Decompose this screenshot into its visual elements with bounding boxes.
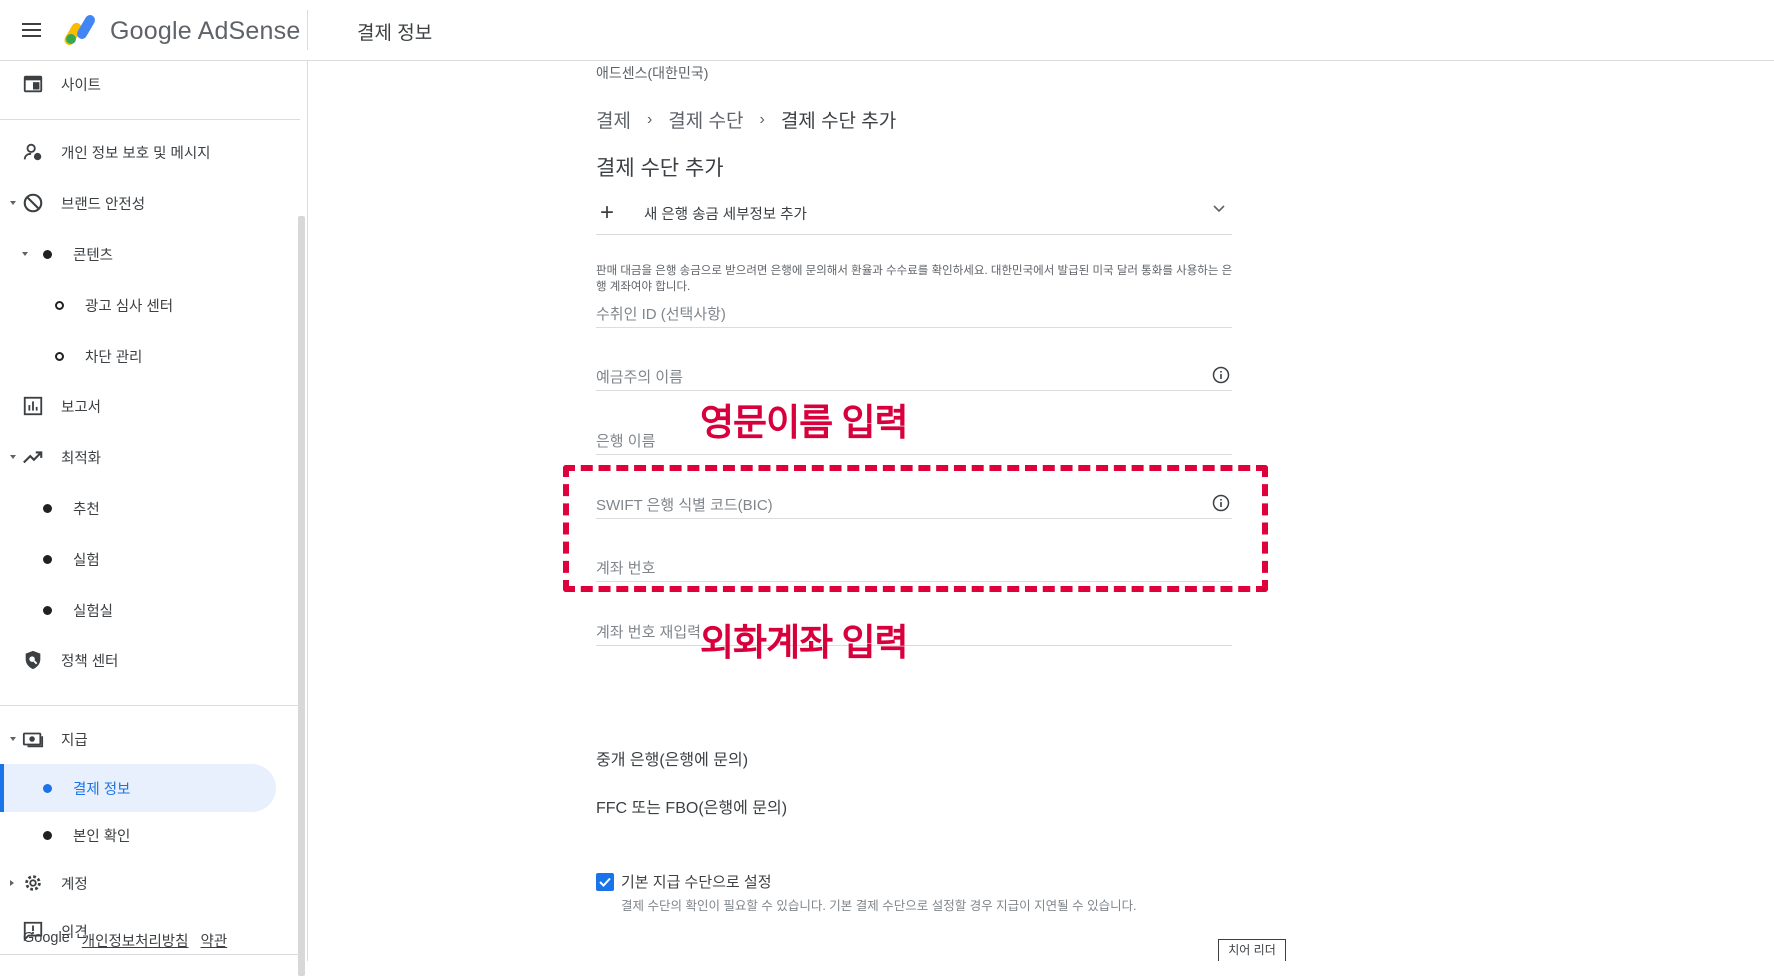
sidebar-item-content[interactable]: 콘텐츠: [0, 231, 276, 277]
trending-up-icon: [23, 451, 43, 464]
sidebar-item-label: 계정: [61, 876, 88, 893]
payee-id-input[interactable]: [596, 306, 1176, 323]
bullet-icon: [43, 830, 52, 840]
sidebar-item-label: 광고 심사 센터: [85, 298, 174, 315]
breadcrumb-current: 결제 수단 추가: [780, 111, 897, 132]
bullet-icon: [43, 249, 52, 259]
breadcrumb: 결제 › 결제 수단 › 결제 수단 추가: [596, 106, 896, 133]
sidebar-item-label: 정책 센터: [61, 653, 119, 670]
sidebar-item-label: 브랜드 안전성: [61, 196, 146, 213]
form-title: 결제 수단 추가: [596, 157, 724, 180]
sidebar-item-policy-center[interactable]: 정책 센터: [0, 637, 276, 683]
sidebar-item-label: 본인 확인: [73, 828, 131, 845]
brand-name: Google AdSense: [110, 17, 301, 45]
breadcrumb-payment-methods[interactable]: 결제 수단: [668, 106, 743, 133]
hamburger-menu-icon[interactable]: [22, 19, 46, 41]
add-bank-transfer-expander[interactable]: + 새 은행 송금 세부정보 추가: [596, 192, 1232, 235]
holder-name-field[interactable]: [596, 351, 1232, 391]
sidebar-item-label: 최적화: [61, 450, 102, 467]
sidebar-item-label: 실험실: [73, 603, 114, 620]
ffc-fbo-label[interactable]: FFC 또는 FBO(은행에 문의): [596, 794, 787, 818]
info-icon[interactable]: [1212, 366, 1230, 384]
payments-icon: [22, 732, 44, 748]
terms-link[interactable]: 약관: [201, 930, 228, 951]
sidebar-item-label: 차단 관리: [85, 349, 143, 366]
bullet-ring-icon: [55, 300, 64, 310]
chevron-right-icon: ›: [759, 110, 765, 128]
bullet-ring-icon: [55, 351, 64, 361]
block-icon: [23, 193, 43, 213]
sidebar-item-label: 콘텐츠: [73, 247, 114, 264]
caret-down-icon[interactable]: [10, 201, 16, 205]
policy-shield-icon: [25, 650, 41, 670]
app-header: Google AdSense 결제 정보: [0, 0, 1774, 61]
google-label: Google: [23, 930, 70, 946]
sidebar-item-optimization[interactable]: 최적화: [0, 434, 276, 480]
sidebar-item-recommendations[interactable]: 추천: [0, 485, 276, 531]
caret-down-icon[interactable]: [10, 455, 16, 459]
default-payment-row: 기본 지급 수단으로 설정 결제 수단의 확인이 필요할 수 있습니다. 기본 …: [596, 871, 1137, 914]
sidebar-item-brand-safety[interactable]: 브랜드 안전성: [0, 180, 276, 226]
payee-id-field[interactable]: [596, 288, 1232, 328]
bullet-icon: [43, 605, 52, 615]
sidebar-item-payment-info[interactable]: 결제 정보: [0, 764, 276, 812]
sidebar-item-label: 지급: [61, 732, 88, 749]
sidebar-item-privacy[interactable]: 개인 정보 보호 및 메시지: [0, 129, 276, 175]
default-payment-checkbox[interactable]: [596, 873, 614, 891]
sidebar: 사이트 개인 정보 보호 및 메시지 브랜드 안전성 콘텐츠 광고 심사 센터 …: [0, 61, 308, 976]
header-divider: [307, 10, 308, 50]
gear-icon: [25, 875, 41, 891]
web-icon: [23, 75, 43, 93]
caret-down-icon[interactable]: [22, 252, 28, 256]
chevron-right-icon: ›: [646, 110, 653, 128]
annotation-account-hint: 외화계좌 입력: [700, 622, 909, 663]
default-payment-title: 기본 지급 수단으로 설정: [621, 874, 772, 891]
sidebar-footer: Google 개인정보처리방침 약관: [23, 930, 227, 951]
privacy-link[interactable]: 개인정보처리방침: [82, 930, 189, 951]
chevron-down-icon: [1213, 205, 1225, 213]
sidebar-item-labs[interactable]: 실험실: [0, 587, 276, 633]
sidebar-item-label: 보고서: [61, 399, 102, 416]
sidebar-item-sites[interactable]: 사이트: [0, 61, 276, 107]
checkmark-icon: [599, 877, 611, 887]
sidebar-item-label: 실험: [73, 552, 100, 569]
sidebar-item-label: 개인 정보 보호 및 메시지: [61, 145, 211, 162]
annotation-dashed-box: [563, 465, 1268, 592]
sidebar-item-blocking[interactable]: 차단 관리: [0, 333, 276, 379]
sidebar-divider: [0, 954, 300, 955]
bullet-icon: [43, 503, 52, 513]
bar-chart-icon: [23, 396, 43, 416]
bullet-icon: [43, 783, 52, 793]
sidebar-item-verification[interactable]: 본인 확인: [0, 812, 276, 858]
sidebar-item-label: 결제 정보: [73, 781, 131, 798]
person-privacy-icon: [23, 143, 42, 161]
sidebar-divider: [0, 119, 300, 120]
sidebar-item-account[interactable]: 계정: [0, 860, 276, 906]
account-name: 애드센스(대한민국): [596, 65, 709, 81]
caret-right-icon[interactable]: [10, 880, 14, 886]
sidebar-item-ad-review[interactable]: 광고 심사 센터: [0, 282, 276, 328]
caret-down-icon[interactable]: [10, 737, 16, 741]
annotation-name-hint: 영문이름 입력: [700, 402, 909, 443]
sidebar-item-label: 사이트: [61, 77, 102, 94]
sidebar-item-experiments[interactable]: 실험: [0, 536, 276, 582]
breadcrumb-payments[interactable]: 결제: [596, 106, 631, 133]
bullet-icon: [43, 554, 52, 564]
sidebar-divider: [0, 705, 300, 706]
page-title: 결제 정보: [357, 23, 433, 44]
sidebar-item-label: 추천: [73, 501, 100, 518]
sidebar-item-payments[interactable]: 지급: [0, 716, 276, 762]
plus-icon: +: [600, 199, 615, 226]
active-indicator: [0, 764, 4, 812]
intermediary-bank-label[interactable]: 중개 은행(은행에 문의): [596, 746, 748, 770]
account-number-confirm-field[interactable]: [596, 606, 1232, 646]
reader-button[interactable]: 치어 리더: [1218, 939, 1286, 961]
adsense-logo-icon: [64, 15, 95, 45]
sidebar-scrollbar[interactable]: [298, 216, 305, 976]
holder-name-input[interactable]: [596, 369, 1176, 386]
default-payment-note: 결제 수단의 확인이 필요할 수 있습니다. 기본 결제 수단으로 설정할 경우…: [621, 899, 1137, 913]
bank-name-field[interactable]: [596, 415, 1232, 455]
expander-label: 새 은행 송금 세부정보 추가: [644, 206, 807, 223]
sidebar-item-reports[interactable]: 보고서: [0, 383, 276, 429]
